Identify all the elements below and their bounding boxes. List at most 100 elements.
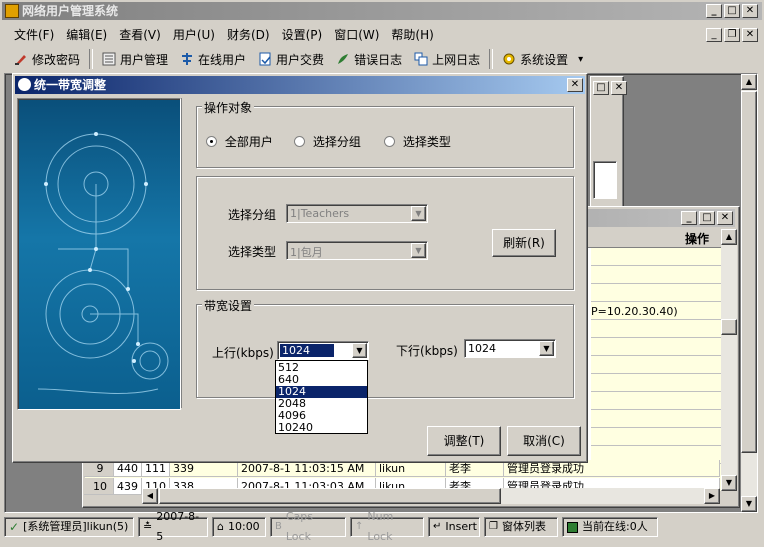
toolbar-change-password[interactable]: 修改密码 [8, 47, 86, 71]
menu-user[interactable]: 用户(U) [167, 24, 221, 46]
status-time: ⌂ 10:00 [212, 517, 266, 537]
status-caps-lock: B Caps Lock [270, 510, 346, 543]
payment-icon [259, 52, 271, 66]
chevron-down-icon[interactable]: ▼ [539, 341, 554, 356]
status-user: ✓ [系统管理员]likun(5) [4, 517, 134, 537]
log-close-icon[interactable]: ✕ [717, 211, 733, 225]
toolbar-separator [89, 49, 94, 69]
toolbar-error-log[interactable]: 错误日志 [330, 47, 408, 71]
mdi-vertical-scrollbar[interactable]: ▲ ▼ [741, 74, 757, 512]
menu-help[interactable]: 帮助(H) [385, 24, 439, 46]
chevron-down-icon[interactable]: ▼ [352, 343, 367, 358]
radio-select-type-indicator[interactable] [384, 136, 395, 147]
online-monitor-icon [567, 521, 578, 533]
child-maximize-icon[interactable]: □ [593, 81, 609, 95]
log-scroll-thumb[interactable] [721, 319, 737, 335]
num-lock-icon: ↑ [355, 521, 364, 532]
menu-file[interactable]: 文件(F) [8, 24, 60, 46]
download-label: 下行(kbps) [396, 344, 458, 358]
refresh-button[interactable]: 刷新(R) [492, 229, 556, 257]
chevron-down-icon[interactable]: ▼ [411, 206, 426, 221]
status-date: ≛ 2007-8-5 [138, 510, 208, 543]
group-select-combo[interactable]: 1|Teachers ▼ [286, 204, 428, 223]
log-horizontal-scrollbar[interactable]: ◀ ▶ [142, 488, 720, 504]
radio-select-group-indicator[interactable] [294, 136, 305, 147]
row-number: 10 [84, 478, 114, 495]
edit-password-icon [15, 55, 26, 65]
minimize-icon[interactable]: _ [706, 4, 722, 18]
cancel-button[interactable]: 取消(C) [507, 426, 581, 456]
child-minimize-icon[interactable]: _ [706, 28, 722, 42]
child-restore-icon[interactable]: ❐ [724, 28, 740, 42]
download-combo[interactable]: 1024 ▼ [464, 339, 556, 358]
maximize-icon[interactable]: □ [724, 4, 740, 18]
log-scroll-right-icon[interactable]: ▶ [704, 488, 720, 504]
log-scroll-left-icon[interactable]: ◀ [142, 488, 158, 504]
menu-edit[interactable]: 编辑(E) [60, 24, 113, 46]
type-select-combo[interactable]: 1|包月 ▼ [286, 241, 428, 260]
dialog-close-icon[interactable]: ✕ [567, 78, 583, 92]
log-maximize-icon[interactable]: □ [699, 211, 715, 225]
menu-view[interactable]: 查看(V) [113, 24, 167, 46]
app-icon [5, 4, 19, 18]
dialog-app-icon [18, 78, 31, 91]
toolbar-separator [489, 49, 494, 69]
close-icon[interactable]: ✕ [742, 4, 758, 18]
log-ip-text: P=10.20.30.40) [591, 305, 678, 318]
log-vertical-scrollbar[interactable]: ▲ ▼ [721, 229, 737, 491]
online-users-icon [182, 53, 193, 65]
toolbar-user-manage[interactable]: 用户管理 [96, 47, 174, 71]
check-icon: ✓ [9, 520, 20, 534]
log-scroll-up-icon[interactable]: ▲ [721, 229, 737, 245]
circuit-illustration [37, 132, 169, 394]
dialog-title: 统一带宽调整 [34, 78, 107, 92]
dialog-form-panel: 操作对象 全部用户 选择分组 选择类型 选择分组 1|Teachers ▼ 选择… [181, 98, 582, 408]
scroll-up-arrow-icon[interactable]: ▲ [741, 74, 757, 90]
toolbar-overflow-chevron-icon[interactable]: ▾ [578, 54, 583, 65]
toolbar-internet-log[interactable]: 上网日志 [408, 47, 486, 71]
status-num-lock: ↑ Num Lock [350, 510, 424, 543]
radio-all-users-indicator[interactable] [206, 136, 217, 147]
group-select-label: 选择分组 [228, 208, 277, 222]
status-online-count: 当前在线:0人 [562, 517, 658, 537]
dialog-title-bar[interactable]: 统一带宽调整 ✕ [15, 76, 585, 94]
target-group-legend: 操作对象 [202, 99, 255, 116]
status-window-list[interactable]: ❐ 窗体列表 [484, 517, 558, 537]
radio-all-users[interactable]: 全部用户 [206, 133, 273, 150]
upload-dropdown-list: 512 640 1024 2048 4096 10240 [275, 360, 368, 434]
menubar-window-controls: _ ❐ ✕ [706, 28, 758, 42]
insert-icon: ↵ [433, 521, 442, 532]
toolbar-user-payment[interactable]: 用户交费 [252, 47, 330, 71]
toolbar-system-settings[interactable]: 系统设置 [496, 47, 574, 71]
dropdown-option[interactable]: 10240 [276, 422, 367, 434]
menu-window[interactable]: 窗口(W) [328, 24, 385, 46]
menu-finance[interactable]: 财务(D) [221, 24, 276, 46]
caps-lock-icon: B [275, 521, 282, 532]
settings-gear-icon [503, 53, 515, 65]
toolbar-online-users[interactable]: 在线用户 [174, 47, 252, 71]
log-minimize-icon[interactable]: _ [681, 211, 697, 225]
upload-label: 上行(kbps) [212, 346, 274, 360]
upload-combo[interactable]: 1024 ▼ [277, 341, 369, 360]
main-title-bar[interactable]: 网络用户管理系统 _ □ ✕ [2, 2, 762, 20]
log-hscroll-thumb[interactable] [159, 488, 501, 504]
app-title: 网络用户管理系统 [22, 4, 119, 18]
menu-settings[interactable]: 设置(P) [276, 24, 329, 46]
background-child-window: □ ✕ [590, 76, 627, 208]
radio-select-type[interactable]: 选择类型 [384, 133, 451, 150]
dialog-artwork [17, 98, 181, 410]
radio-select-group[interactable]: 选择分组 [294, 133, 361, 150]
log-header-operation[interactable]: 操作 [685, 230, 709, 247]
menubar: 文件(F) 编辑(E) 查看(V) 用户(U) 财务(D) 设置(P) 窗口(W) 帮助(H) [8, 24, 440, 46]
mdi-scroll-thumb[interactable] [741, 91, 757, 453]
scroll-down-arrow-icon[interactable]: ▼ [741, 496, 757, 512]
internet-log-icon [414, 52, 428, 66]
toolbar: 修改密码 用户管理 在线用户 用户交费 错误日志 上网日志 系统设置 ▾ [8, 47, 583, 71]
child-close-icon[interactable]: ✕ [742, 28, 758, 42]
adjust-button[interactable]: 调整(T) [427, 426, 501, 456]
window-list-icon: ❐ [489, 521, 498, 532]
chevron-down-icon[interactable]: ▼ [411, 243, 426, 258]
child-close-icon[interactable]: ✕ [611, 81, 627, 95]
bandwidth-legend: 带宽设置 [202, 297, 255, 314]
log-scroll-down-icon[interactable]: ▼ [721, 475, 737, 491]
